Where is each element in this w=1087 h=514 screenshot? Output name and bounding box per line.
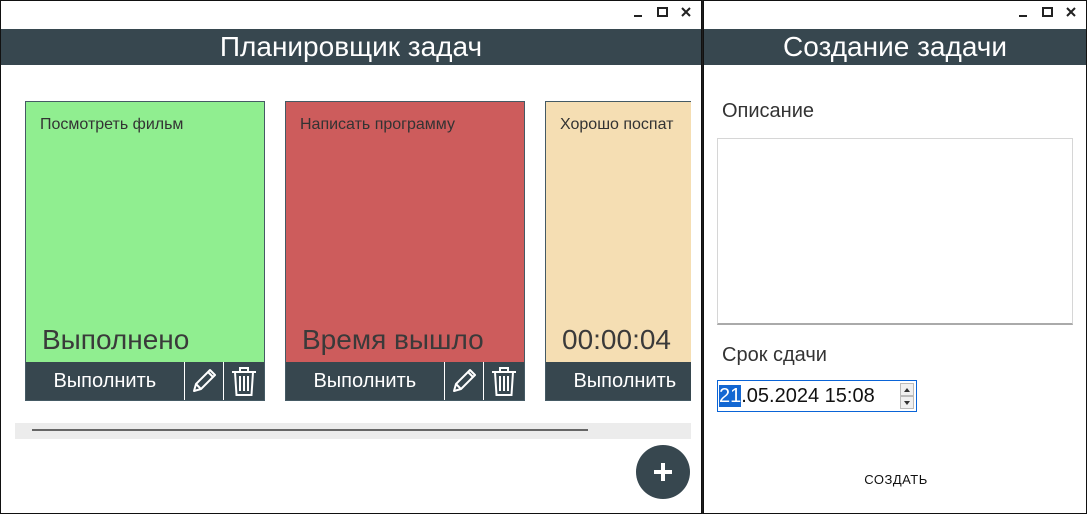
add-task-button[interactable] (636, 445, 690, 499)
scrollbar-thumb[interactable] (32, 429, 588, 431)
task-card: Посмотреть фильм Выполнено Выполнить (25, 101, 265, 401)
complete-button[interactable]: Выполнить (26, 362, 185, 400)
task-actions: Выполнить (546, 362, 691, 400)
task-status: Выполнено (42, 324, 190, 355)
spin-down-icon[interactable] (900, 396, 914, 409)
edit-pencil-icon[interactable] (185, 362, 225, 400)
page-title: Планировщик задач (1, 29, 701, 65)
deadline-datetime-picker[interactable]: 21.05.2024 15:08 (717, 380, 917, 412)
create-task-window: Создание задачи Описание Срок сдачи 21.0… (703, 0, 1087, 514)
datetime-value: .05.2024 15:08 (741, 385, 875, 407)
task-planner-window: Планировщик задач Посмотреть фильм Выпол… (0, 0, 702, 514)
deadline-label: Срок сдачи (722, 344, 827, 366)
task-card: Написать программу Время вышло Выполнить (285, 101, 525, 401)
page-title: Создание задачи (704, 29, 1086, 65)
minimize-icon[interactable] (631, 5, 645, 19)
spin-buttons (900, 383, 914, 409)
task-title: Написать программу (300, 116, 455, 133)
task-title: Хорошо поспат (560, 116, 674, 133)
titlebar (704, 1, 1086, 29)
titlebar (1, 1, 701, 29)
task-card: Хорошо поспат 00:00:04 Выполнить (545, 101, 691, 401)
delete-trash-icon[interactable] (484, 362, 524, 400)
description-label: Описание (722, 100, 815, 122)
close-icon[interactable] (679, 5, 693, 19)
complete-button[interactable]: Выполнить (546, 362, 691, 400)
minimize-icon[interactable] (1016, 5, 1030, 19)
selected-day: 21 (719, 385, 742, 407)
plus-icon (654, 463, 672, 481)
maximize-icon[interactable] (655, 5, 669, 19)
create-button[interactable]: СОЗДАТЬ (836, 465, 956, 495)
task-list: Посмотреть фильм Выполнено Выполнить Нап… (15, 101, 691, 403)
task-actions: Выполнить (26, 362, 264, 400)
horizontal-scrollbar[interactable] (15, 423, 691, 439)
task-actions: Выполнить (286, 362, 524, 400)
complete-button[interactable]: Выполнить (286, 362, 445, 400)
maximize-icon[interactable] (1040, 5, 1054, 19)
delete-trash-icon[interactable] (224, 362, 264, 400)
task-status: 00:00:04 (562, 324, 671, 355)
close-icon[interactable] (1064, 5, 1078, 19)
edit-pencil-icon[interactable] (445, 362, 485, 400)
task-title: Посмотреть фильм (40, 116, 184, 133)
task-status: Время вышло (302, 324, 484, 355)
spin-up-icon[interactable] (900, 383, 914, 396)
description-field[interactable] (717, 138, 1073, 325)
